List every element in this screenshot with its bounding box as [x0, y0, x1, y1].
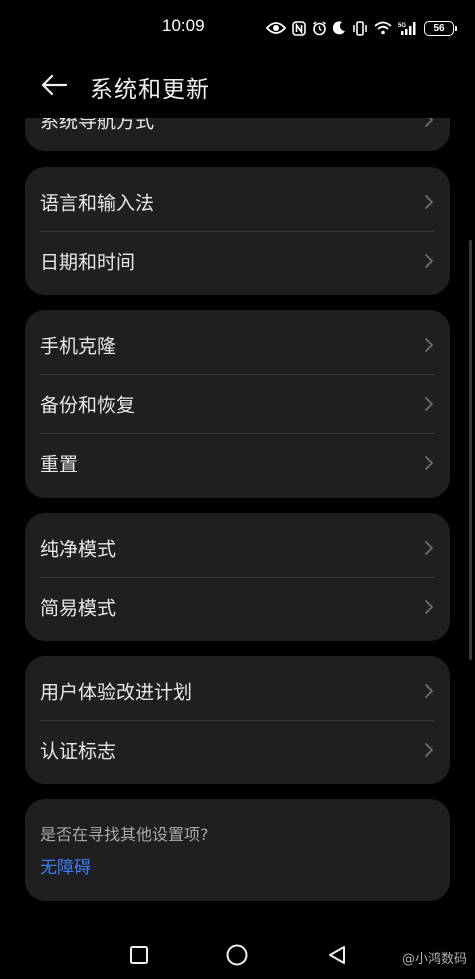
- setting-label: 简易模式: [40, 597, 117, 619]
- wifi-icon: [374, 21, 392, 35]
- settings-card-backup: 手机克隆 备份和恢复 重置: [25, 310, 450, 498]
- alarm-icon: [312, 20, 327, 36]
- chevron-right-icon: [425, 599, 433, 614]
- setting-label: 重置: [40, 453, 79, 475]
- suggestion-card: 是否在寻找其他设置项? 无障碍: [25, 799, 450, 901]
- setting-label: 日期和时间: [40, 251, 136, 273]
- settings-card-modes: 纯净模式 简易模式: [25, 513, 450, 641]
- svg-text:5G: 5G: [398, 23, 406, 29]
- vibrate-icon: [352, 20, 368, 36]
- setting-label: 纯净模式: [40, 538, 117, 560]
- scrollbar[interactable]: [469, 240, 472, 660]
- do-not-disturb-moon-icon: [333, 21, 346, 35]
- chevron-right-icon: [425, 683, 433, 698]
- settings-card-experience: 用户体验改进计划 认证标志: [25, 656, 450, 784]
- settings-card-language: 语言和输入法 日期和时间: [25, 167, 450, 295]
- triangle-back-icon: [329, 946, 345, 964]
- setting-row-user-experience[interactable]: 用户体验改进计划: [25, 661, 450, 720]
- suggestion-question: 是否在寻找其他设置项?: [40, 825, 209, 844]
- header: 系统和更新: [0, 56, 475, 118]
- status-time: 10:09: [162, 16, 205, 35]
- cellular-signal-icon: 5G: [398, 21, 418, 36]
- chevron-right-icon: [425, 742, 433, 757]
- accessibility-link[interactable]: 无障碍: [40, 853, 91, 878]
- setting-row-system-navigation[interactable]: 系统导航方式: [25, 118, 450, 149]
- arrow-left-icon: [41, 74, 68, 96]
- chevron-right-icon: [425, 194, 433, 209]
- battery-icon: 56: [424, 20, 457, 36]
- setting-label: 用户体验改进计划: [40, 681, 193, 703]
- setting-label: 语言和输入法: [40, 192, 155, 214]
- page-title: 系统和更新: [90, 77, 210, 103]
- setting-row-language-input[interactable]: 语言和输入法: [25, 172, 450, 231]
- settings-list[interactable]: 系统导航方式 语言和输入法 日期和时间 手机克隆 备份和恢复 重置 纯净模式 简…: [0, 118, 475, 923]
- status-icons: 5G 56: [266, 18, 457, 38]
- recents-button[interactable]: [127, 943, 151, 967]
- setting-label: 认证标志: [40, 740, 117, 762]
- home-button[interactable]: [225, 943, 249, 967]
- setting-row-pure-mode[interactable]: 纯净模式: [25, 518, 450, 577]
- setting-row-simple-mode[interactable]: 简易模式: [25, 577, 450, 636]
- nav-back-button[interactable]: [325, 943, 349, 967]
- eye-comfort-icon: [266, 21, 286, 35]
- status-bar: 10:09 5G 56: [0, 0, 475, 56]
- chevron-right-icon: [425, 396, 433, 411]
- setting-label: 手机克隆: [40, 335, 117, 357]
- settings-card-navigation: 系统导航方式: [25, 118, 450, 151]
- chevron-right-icon: [425, 118, 433, 127]
- setting-row-reset[interactable]: 重置: [25, 433, 450, 492]
- chevron-right-icon: [425, 455, 433, 470]
- chevron-right-icon: [425, 337, 433, 352]
- circle-icon: [226, 944, 248, 966]
- chevron-right-icon: [425, 540, 433, 555]
- setting-row-certification[interactable]: 认证标志: [25, 720, 450, 779]
- setting-row-phone-clone[interactable]: 手机克隆: [25, 315, 450, 374]
- setting-label: 系统导航方式: [40, 118, 155, 132]
- setting-row-backup-restore[interactable]: 备份和恢复: [25, 374, 450, 433]
- nfc-icon: [292, 20, 306, 36]
- setting-row-date-time[interactable]: 日期和时间: [25, 231, 450, 290]
- back-button[interactable]: [34, 68, 74, 102]
- watermark: @小鸿数码: [401, 952, 467, 967]
- chevron-right-icon: [425, 253, 433, 268]
- setting-label: 备份和恢复: [40, 394, 136, 416]
- square-icon: [130, 946, 148, 964]
